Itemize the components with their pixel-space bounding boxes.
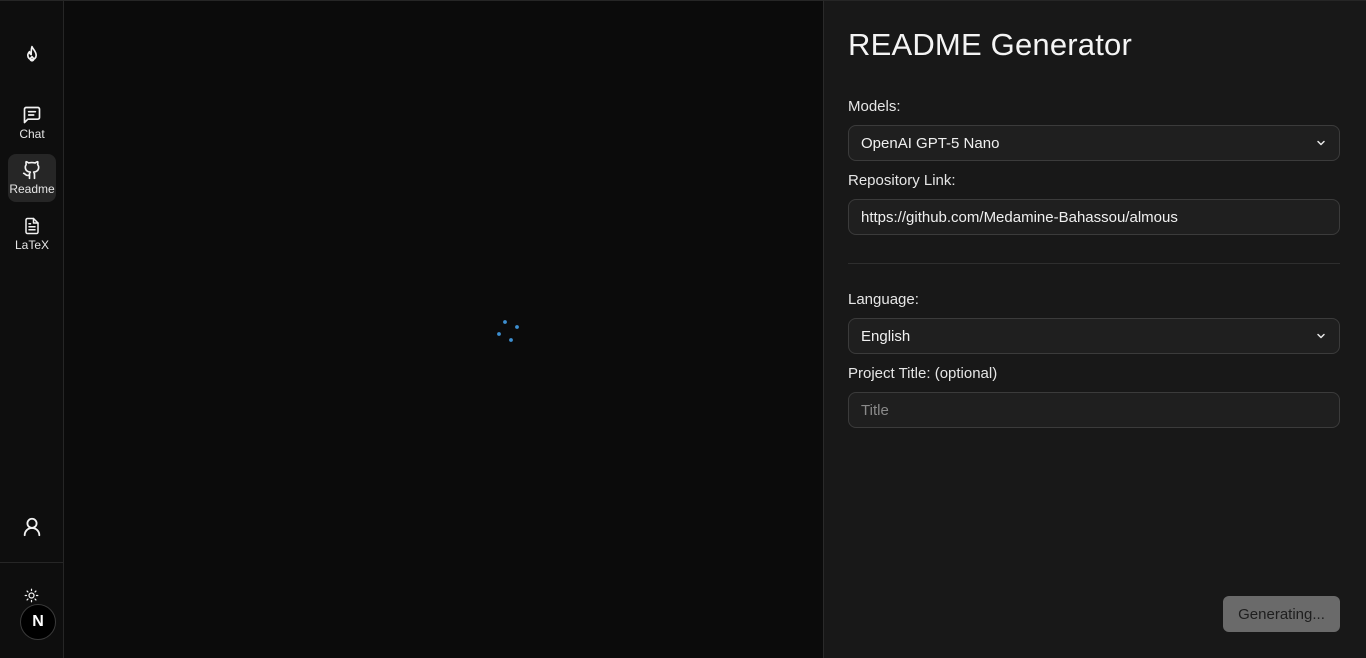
generate-button-label: Generating...: [1238, 605, 1325, 623]
sidebar-divider: [0, 562, 63, 563]
app-root: Chat Readme LaTeX N README Generator Mod…: [0, 0, 1366, 658]
language-label: Language:: [848, 291, 919, 308]
user-profile-button[interactable]: [0, 511, 63, 543]
sidebar-item-label: Chat: [19, 127, 45, 141]
generator-panel: README Generator Models: OpenAI GPT-5 Na…: [823, 0, 1366, 658]
sun-icon: [24, 588, 39, 602]
chevron-down-icon: [1317, 333, 1325, 339]
project-title-label: Project Title: (optional): [848, 365, 998, 382]
file-text-icon: [25, 217, 39, 235]
section-divider: [848, 263, 1340, 264]
project-title-placeholder: Title: [861, 401, 889, 419]
sidebar-item-latex[interactable]: LaTeX: [8, 210, 56, 258]
repo-link-label: Repository Link:: [848, 172, 956, 189]
sidebar: Chat Readme LaTeX N: [0, 0, 64, 658]
chevron-down-icon: [1317, 140, 1325, 146]
generate-button[interactable]: Generating...: [1223, 596, 1340, 632]
nextjs-badge[interactable]: N: [20, 604, 56, 640]
message-square-icon: [23, 106, 41, 124]
repo-link-value: https://github.com/Medamine-Bahassou/alm…: [861, 208, 1178, 226]
language-select[interactable]: English: [848, 318, 1340, 354]
project-title-input[interactable]: Title: [848, 392, 1340, 428]
repo-link-input[interactable]: https://github.com/Medamine-Bahassou/alm…: [848, 199, 1340, 235]
models-select-value: OpenAI GPT-5 Nano: [861, 134, 1000, 152]
app-logo[interactable]: [0, 39, 63, 71]
models-select[interactable]: OpenAI GPT-5 Nano: [848, 125, 1340, 161]
language-select-value: English: [861, 327, 911, 345]
badge-letter: N: [32, 613, 44, 630]
models-label: Models:: [848, 98, 901, 115]
readme-preview-area: [64, 0, 823, 658]
loading-spinner-icon: [497, 320, 519, 342]
theme-toggle-button[interactable]: [0, 585, 63, 605]
flame-icon: [26, 45, 37, 62]
github-icon: [22, 160, 40, 180]
sidebar-item-label: Readme: [9, 182, 55, 196]
user-icon: [23, 517, 40, 537]
sidebar-item-chat[interactable]: Chat: [8, 99, 56, 147]
page-title: README Generator: [848, 27, 1133, 62]
sidebar-item-label: LaTeX: [14, 238, 50, 252]
sidebar-item-readme[interactable]: Readme: [8, 154, 56, 202]
